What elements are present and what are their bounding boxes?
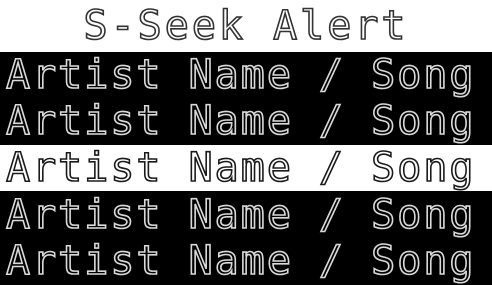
list-item-label: Artist Name / Song	[5, 192, 476, 238]
list-item[interactable]: Artist Name / Song	[0, 52, 492, 98]
title-bar: S-Seek Alert	[0, 0, 492, 52]
list-item[interactable]: Artist Name / Song	[0, 98, 492, 144]
list-item-label: Artist Name / Song	[5, 238, 476, 284]
list-item-label: Artist Name / Song	[5, 98, 476, 144]
list-item[interactable]: Artist Name / Song	[0, 192, 492, 238]
list-item[interactable]: Artist Name / Song	[0, 238, 492, 284]
song-list: Artist Name / Song Artist Name / Song Ar…	[0, 52, 492, 285]
lcd-screen: S-Seek Alert Artist Name / Song Artist N…	[0, 0, 492, 285]
list-item-selected[interactable]: Artist Name / Song	[0, 145, 492, 191]
screen-title: S-Seek Alert	[83, 3, 409, 49]
list-item-label: Artist Name / Song	[5, 145, 476, 191]
list-item-label: Artist Name / Song	[5, 52, 476, 98]
